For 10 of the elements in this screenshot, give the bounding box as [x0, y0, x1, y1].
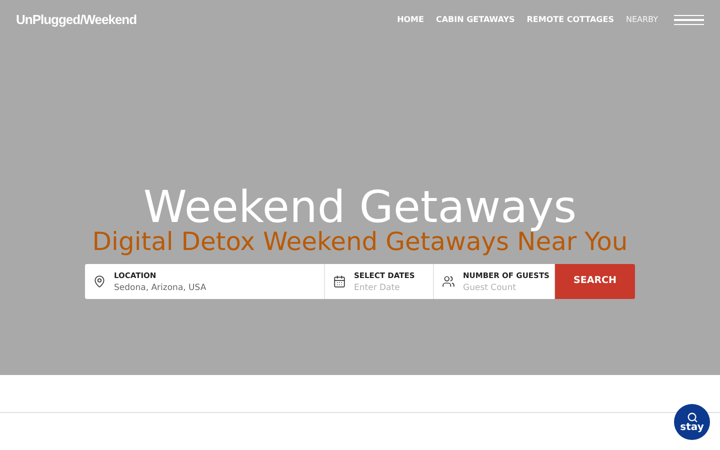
field-value: Sedona, Arizona, USA [114, 282, 206, 294]
map-pin-icon [93, 275, 106, 288]
search-icon [686, 412, 698, 422]
chat-badge[interactable]: stay [674, 404, 710, 440]
field-placeholder: Guest Count [463, 282, 517, 294]
calendar-icon [333, 275, 346, 288]
people-icon [442, 275, 455, 288]
menu-icon[interactable] [674, 14, 704, 26]
search-button[interactable]: SEARCH [555, 264, 635, 299]
field-placeholder: Enter Date [354, 282, 401, 294]
